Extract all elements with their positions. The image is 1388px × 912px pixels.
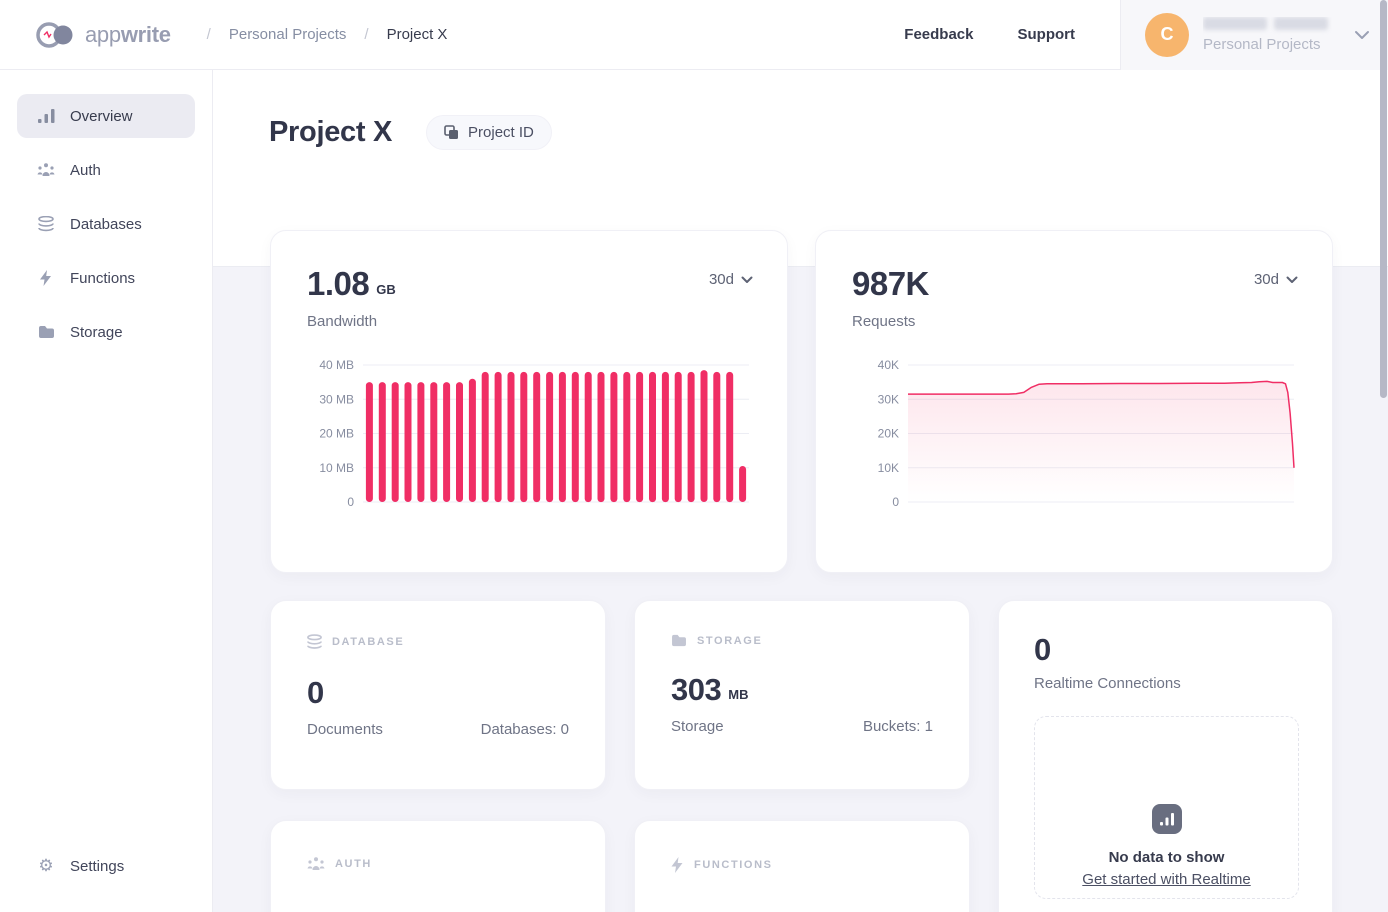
users-icon xyxy=(37,161,55,179)
top-header: appwrite / Personal Projects / Project X… xyxy=(0,0,1388,70)
databases-count: Databases: 0 xyxy=(481,721,569,738)
sidebar-item-label: Functions xyxy=(70,270,135,287)
breadcrumb-current: Project X xyxy=(387,26,448,43)
user-name-redacted xyxy=(1203,17,1348,30)
functions-card[interactable]: FUNCTIONS xyxy=(634,820,970,912)
realtime-empty-state: No data to show Get started with Realtim… xyxy=(1034,716,1299,899)
svg-text:30 MB: 30 MB xyxy=(319,392,354,406)
realtime-connections-label: Realtime Connections xyxy=(1034,675,1299,692)
page-title: Project X xyxy=(269,116,392,149)
svg-text:20K: 20K xyxy=(878,427,899,441)
main-content: Project X Project ID 1.08 GB 30d Bandwid… xyxy=(213,70,1388,912)
bar-chart-icon xyxy=(37,107,55,125)
folder-icon xyxy=(671,634,687,647)
database-icon xyxy=(37,215,55,233)
svg-text:0: 0 xyxy=(892,495,899,509)
lightning-icon xyxy=(37,269,55,287)
sidebar-item-label: Auth xyxy=(70,162,101,179)
get-started-realtime-link[interactable]: Get started with Realtime xyxy=(1082,871,1250,888)
user-menu-button[interactable]: C Personal Projects xyxy=(1120,0,1388,70)
sidebar-item-functions[interactable]: Functions xyxy=(17,256,195,300)
functions-category-label: FUNCTIONS xyxy=(694,859,773,871)
svg-text:30K: 30K xyxy=(878,392,899,406)
chevron-down-icon xyxy=(741,276,753,284)
bandwidth-value: 1.08 xyxy=(307,267,369,300)
appwrite-logo-icon xyxy=(36,22,76,48)
appwrite-logo-text: appwrite xyxy=(85,22,171,48)
realtime-connections-value: 0 xyxy=(1034,634,1299,665)
auth-card[interactable]: AUTH xyxy=(270,820,606,912)
copy-icon xyxy=(444,125,459,140)
avatar: C xyxy=(1145,13,1189,57)
appwrite-console: appwrite / Personal Projects / Project X… xyxy=(0,0,1388,912)
bandwidth-bar-chart: 40 MB 30 MB 20 MB 10 MB 0 xyxy=(307,355,757,510)
breadcrumb-separator: / xyxy=(364,26,368,43)
database-category-label: DATABASE xyxy=(332,636,404,648)
storage-card[interactable]: STORAGE 303 MB Storage Buckets: 1 xyxy=(634,600,970,790)
lightning-icon xyxy=(671,857,684,873)
gear-icon: ⚙ xyxy=(37,857,55,875)
requests-value: 987K xyxy=(852,267,929,300)
bandwidth-label: Bandwidth xyxy=(307,313,753,330)
svg-text:40 MB: 40 MB xyxy=(319,358,354,372)
bandwidth-period-dropdown[interactable]: 30d xyxy=(709,267,753,288)
svg-text:10 MB: 10 MB xyxy=(319,461,354,475)
sidebar: Overview Auth Databases Functions xyxy=(0,70,213,912)
svg-text:10K: 10K xyxy=(878,461,899,475)
header-nav: Feedback Support xyxy=(904,26,1075,43)
requests-line-chart: 40K 30K 20K 10K 0 xyxy=(852,355,1302,510)
database-card[interactable]: DATABASE 0 Documents Databases: 0 xyxy=(270,600,606,790)
requests-label: Requests xyxy=(852,313,1298,330)
folder-icon xyxy=(37,323,55,341)
users-icon xyxy=(307,857,325,871)
svg-text:20 MB: 20 MB xyxy=(319,427,354,441)
feedback-button[interactable]: Feedback xyxy=(904,26,973,43)
requests-card: 987K 30d Requests 40K 30K 20K 10K 0 xyxy=(815,230,1333,573)
svg-text:40K: 40K xyxy=(878,358,899,372)
storage-category-label: STORAGE xyxy=(697,635,762,647)
project-id-badge-label: Project ID xyxy=(468,124,534,141)
sidebar-item-label: Settings xyxy=(70,858,124,875)
breadcrumb: / Personal Projects / Project X xyxy=(207,26,448,43)
sidebar-item-databases[interactable]: Databases xyxy=(17,202,195,246)
sidebar-item-auth[interactable]: Auth xyxy=(17,148,195,192)
documents-count: 0 xyxy=(307,677,324,708)
sidebar-item-label: Overview xyxy=(70,108,133,125)
realtime-card: 0 Realtime Connections No data to show G… xyxy=(998,600,1333,912)
user-organization: Personal Projects xyxy=(1203,36,1348,53)
requests-period-dropdown[interactable]: 30d xyxy=(1254,267,1298,288)
auth-category-label: AUTH xyxy=(335,858,372,870)
storage-label: Storage xyxy=(671,718,724,735)
svg-text:0: 0 xyxy=(347,495,354,509)
no-data-title: No data to show xyxy=(1109,849,1225,866)
storage-unit: MB xyxy=(728,687,748,705)
buckets-count: Buckets: 1 xyxy=(863,718,933,735)
sidebar-item-overview[interactable]: Overview xyxy=(17,94,195,138)
sidebar-item-storage[interactable]: Storage xyxy=(17,310,195,354)
documents-label: Documents xyxy=(307,721,383,738)
storage-value: 303 xyxy=(671,674,721,705)
appwrite-logo[interactable]: appwrite xyxy=(36,22,171,48)
support-button[interactable]: Support xyxy=(1018,26,1076,43)
bandwidth-unit: GB xyxy=(376,282,396,300)
chevron-down-icon xyxy=(1286,276,1298,284)
vertical-scrollbar[interactable] xyxy=(1380,0,1387,398)
chevron-down-icon xyxy=(1354,30,1370,40)
sidebar-item-label: Storage xyxy=(70,324,123,341)
database-icon xyxy=(307,634,322,650)
breadcrumb-parent[interactable]: Personal Projects xyxy=(229,26,347,43)
bandwidth-card: 1.08 GB 30d Bandwidth 40 MB 30 MB 20 MB 10 … xyxy=(270,230,788,573)
no-data-chart-icon xyxy=(1152,804,1182,834)
sidebar-item-label: Databases xyxy=(70,216,142,233)
project-id-badge[interactable]: Project ID xyxy=(426,115,552,150)
breadcrumb-separator: / xyxy=(207,26,211,43)
sidebar-item-settings[interactable]: ⚙ Settings xyxy=(17,844,195,888)
